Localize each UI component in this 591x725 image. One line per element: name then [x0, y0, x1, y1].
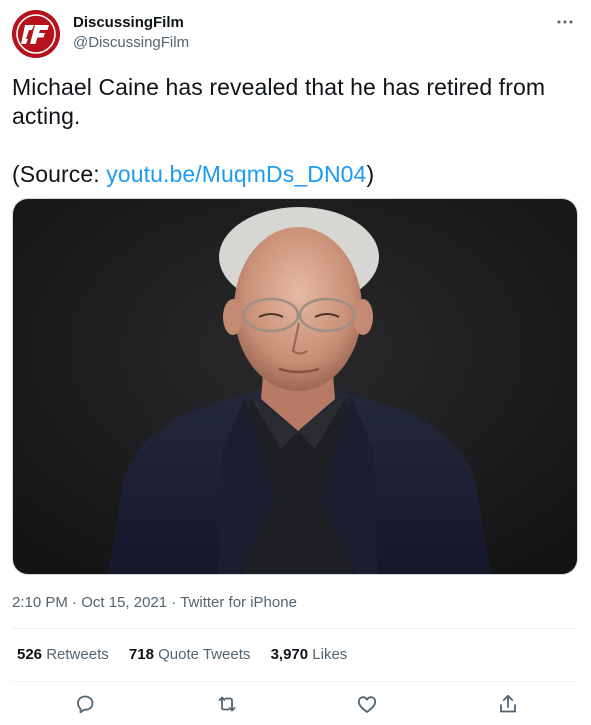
- divider: [12, 681, 579, 682]
- meta-separator: ·: [171, 594, 177, 611]
- likes-label: Likes: [312, 646, 348, 663]
- quote-tweets-stat[interactable]: 718 Quote Tweets: [129, 645, 250, 665]
- meta-separator: ·: [72, 594, 78, 611]
- source-prefix: (Source:: [12, 161, 107, 187]
- tweet-actions: [0, 690, 591, 720]
- quote-tweets-label: Quote Tweets: [158, 646, 251, 663]
- tweet-text: Michael Caine has revealed that he has r…: [12, 73, 572, 189]
- portrait-photo: [13, 199, 577, 574]
- author-names: DiscussingFilm @DiscussingFilm: [73, 14, 189, 53]
- quote-tweets-count: 718: [128, 646, 154, 663]
- like-button[interactable]: [355, 692, 379, 716]
- tweet-date[interactable]: Oct 15, 2021: [81, 594, 167, 611]
- tweet-client[interactable]: Twitter for iPhone: [180, 594, 297, 611]
- avatar[interactable]: [12, 10, 60, 58]
- heart-icon: [357, 696, 377, 713]
- retweets-label: Retweets: [46, 646, 109, 663]
- display-name[interactable]: DiscussingFilm: [73, 14, 189, 32]
- tweet-header: DiscussingFilm @DiscussingFilm: [12, 10, 579, 58]
- divider: [12, 628, 579, 629]
- share-icon: [500, 694, 516, 713]
- retweet-icon: [218, 696, 236, 712]
- tweet: DiscussingFilm @DiscussingFilm Michael C…: [0, 0, 591, 725]
- tweet-body: Michael Caine has revealed that he has r…: [12, 74, 546, 129]
- more-horizontal-icon: [557, 20, 573, 24]
- handle[interactable]: @DiscussingFilm: [73, 33, 189, 53]
- likes-stat[interactable]: 3,970 Likes: [271, 645, 348, 665]
- tweet-meta: 2:10 PM · Oct 15, 2021 · Twitter for iPh…: [12, 593, 297, 613]
- tweet-stats: 526 Retweets 718 Quote Tweets 3,970 Like…: [17, 645, 363, 665]
- tweet-source-line: (Source: youtu.be/MuqmDs_DN04): [12, 160, 572, 189]
- more-options-button[interactable]: [553, 10, 577, 34]
- retweet-button[interactable]: [215, 692, 239, 716]
- retweets-count: 526: [17, 646, 43, 663]
- tweet-time[interactable]: 2:10 PM: [12, 594, 68, 611]
- discussingfilm-logo-icon: [12, 10, 60, 58]
- tweet-photo[interactable]: [12, 198, 578, 575]
- source-link[interactable]: youtu.be/MuqmDs_DN04: [106, 161, 366, 187]
- retweets-stat[interactable]: 526 Retweets: [17, 645, 109, 665]
- reply-icon: [77, 695, 94, 714]
- share-button[interactable]: [496, 692, 520, 716]
- source-suffix: ): [366, 161, 375, 187]
- likes-count: 3,970: [270, 646, 309, 663]
- reply-button[interactable]: [73, 692, 97, 716]
